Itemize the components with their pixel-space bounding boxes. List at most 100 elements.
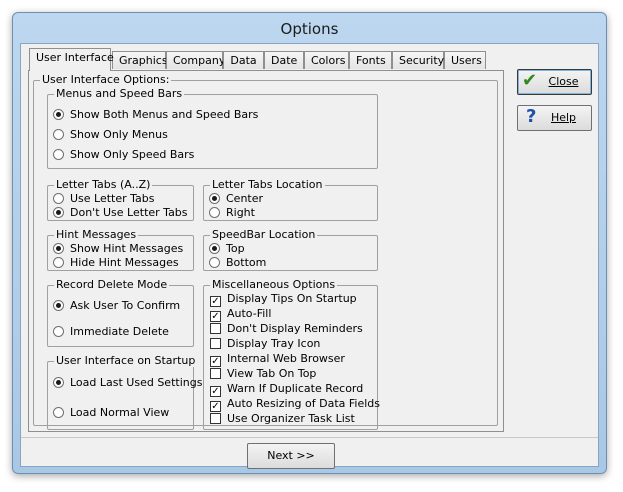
checkbox-4[interactable]: ✓ [210,356,221,367]
next-button[interactable]: Next >> [247,443,335,469]
radio-button[interactable] [209,207,220,218]
tab-graphics[interactable]: Graphics [112,51,168,69]
radio-show-only-speedbars[interactable]: Show Only Speed Bars [53,148,194,162]
option-label: Show Hint Messages [70,242,184,255]
miscellaneous-options-group: Miscellaneous Options ✓ Display Tips On S… [203,278,381,430]
speedbar-location-title: SpeedBar Location [210,228,318,241]
group-title: User Interface Options: [40,73,172,86]
letter-tabs-group: Letter Tabs (A..Z) Use Letter Tabs Don't… [47,178,194,221]
option-label: Auto-Fill [227,307,272,320]
tab-data[interactable]: Data [223,51,264,69]
close-button-label: Close [548,75,579,88]
radio-bottom[interactable]: Bottom [209,256,266,270]
check-auto-resizing[interactable]: ✓ Auto Resizing of Data Fields [210,397,381,412]
radio-center[interactable]: Center [209,192,263,206]
option-label: Don't Use Letter Tabs [70,206,188,219]
radio-button[interactable] [53,243,64,254]
radio-button[interactable] [53,257,64,268]
menus-speedbars-title: Menus and Speed Bars [54,87,185,100]
tab-company[interactable]: Company [166,51,225,69]
radio-ask-user-to-confirm[interactable]: Ask User To Confirm [53,299,180,313]
ui-on-startup-title: User Interface on Startup [54,354,198,367]
user-interface-options-group: User Interface Options: Menus and Speed … [33,73,498,430]
check-dont-display-reminders[interactable]: Don't Display Reminders [210,322,363,336]
bottom-divider [21,437,598,438]
radio-immediate-delete[interactable]: Immediate Delete [53,325,169,339]
tab-security[interactable]: Security [392,51,444,69]
option-label: Show Both Menus and Speed Bars [70,108,259,121]
tab-users[interactable]: Users [444,51,486,69]
option-label: Internal Web Browser [227,352,345,365]
option-label: Display Tray Icon [227,337,321,350]
option-label: Load Last Used Settings [70,376,203,389]
checkbox-7[interactable]: ✓ [210,401,221,412]
checkmark-icon: ✔ [522,70,538,91]
radio-show-hint-messages[interactable]: Show Hint Messages [53,242,183,256]
radio-button[interactable] [53,109,64,120]
radio-show-only-menus[interactable]: Show Only Menus [53,128,168,142]
record-delete-mode-title: Record Delete Mode [54,278,170,291]
radio-button[interactable] [209,193,220,204]
radio-dont-use-letter-tabs[interactable]: Don't Use Letter Tabs [53,206,188,220]
radio-button[interactable] [53,207,64,218]
radio-load-last-used-settings[interactable]: Load Last Used Settings [53,376,202,390]
tab-date[interactable]: Date [264,51,304,69]
option-label: Use Letter Tabs [70,192,155,205]
checkbox-3[interactable] [210,338,221,349]
radio-top[interactable]: Top [209,242,245,256]
radio-button[interactable] [53,377,64,388]
checkbox-5[interactable] [210,368,221,379]
help-button-label: Help [550,111,577,124]
option-label: View Tab On Top [227,367,317,380]
option-label: Immediate Delete [70,325,169,338]
tab-colors[interactable]: Colors [304,51,349,69]
radio-button[interactable] [53,193,64,204]
radio-button[interactable] [53,129,64,140]
hint-messages-title: Hint Messages [54,228,139,241]
check-internal-web-browser[interactable]: ✓ Internal Web Browser [210,352,345,367]
question-icon: ? [526,106,537,127]
check-warn-duplicate[interactable]: ✓ Warn If Duplicate Record [210,382,363,397]
check-display-tips[interactable]: ✓ Display Tips On Startup [210,292,357,307]
checkbox-0[interactable]: ✓ [210,296,221,307]
radio-button[interactable] [53,149,64,160]
option-label: Don't Display Reminders [227,322,363,335]
radio-use-letter-tabs[interactable]: Use Letter Tabs [53,192,155,206]
radio-right[interactable]: Right [209,206,255,220]
window-title: Options [280,20,339,38]
dialog-client: User Interface Graphics Company Data Dat… [20,43,599,469]
option-label: Show Only Menus [70,128,168,141]
close-button[interactable]: ✔ Close [517,69,592,95]
help-button[interactable]: ? Help [517,105,592,131]
check-display-tray-icon[interactable]: Display Tray Icon [210,337,320,351]
checkbox-1[interactable]: ✓ [210,311,221,322]
tab-user-interface[interactable]: User Interface [29,48,114,71]
option-label: Right [226,206,255,219]
option-label: Bottom [226,256,267,269]
option-label: Auto Resizing of Data Fields [227,397,381,410]
tab-fonts[interactable]: Fonts [349,51,392,69]
option-label: Center [226,192,264,205]
radio-button[interactable] [53,326,64,337]
radio-button[interactable] [53,300,64,311]
checkbox-2[interactable] [210,323,221,334]
radio-hide-hint-messages[interactable]: Hide Hint Messages [53,256,179,270]
miscellaneous-options-title: Miscellaneous Options [210,278,338,291]
radio-show-both[interactable]: Show Both Menus and Speed Bars [53,108,258,122]
option-label: Top [226,242,245,255]
checkbox-8[interactable] [210,413,221,424]
check-view-tab-on-top[interactable]: View Tab On Top [210,367,316,381]
checkbox-6[interactable]: ✓ [210,386,221,397]
check-auto-fill[interactable]: ✓ Auto-Fill [210,307,272,322]
options-window: Options User Interface Graphics Company … [12,12,607,474]
radio-button[interactable] [53,407,64,418]
check-use-organizer-task-list[interactable]: Use Organizer Task List [210,412,355,426]
letter-tabs-location-title: Letter Tabs Location [210,178,325,191]
ui-on-startup-group: User Interface on Startup Load Last Used… [47,354,202,430]
radio-button[interactable] [209,257,220,268]
radio-button[interactable] [209,243,220,254]
letter-tabs-location-group: Letter Tabs Location Center Right [203,178,378,221]
option-label: Ask User To Confirm [70,299,181,312]
radio-load-normal-view[interactable]: Load Normal View [53,406,169,420]
option-label: Use Organizer Task List [227,412,355,425]
